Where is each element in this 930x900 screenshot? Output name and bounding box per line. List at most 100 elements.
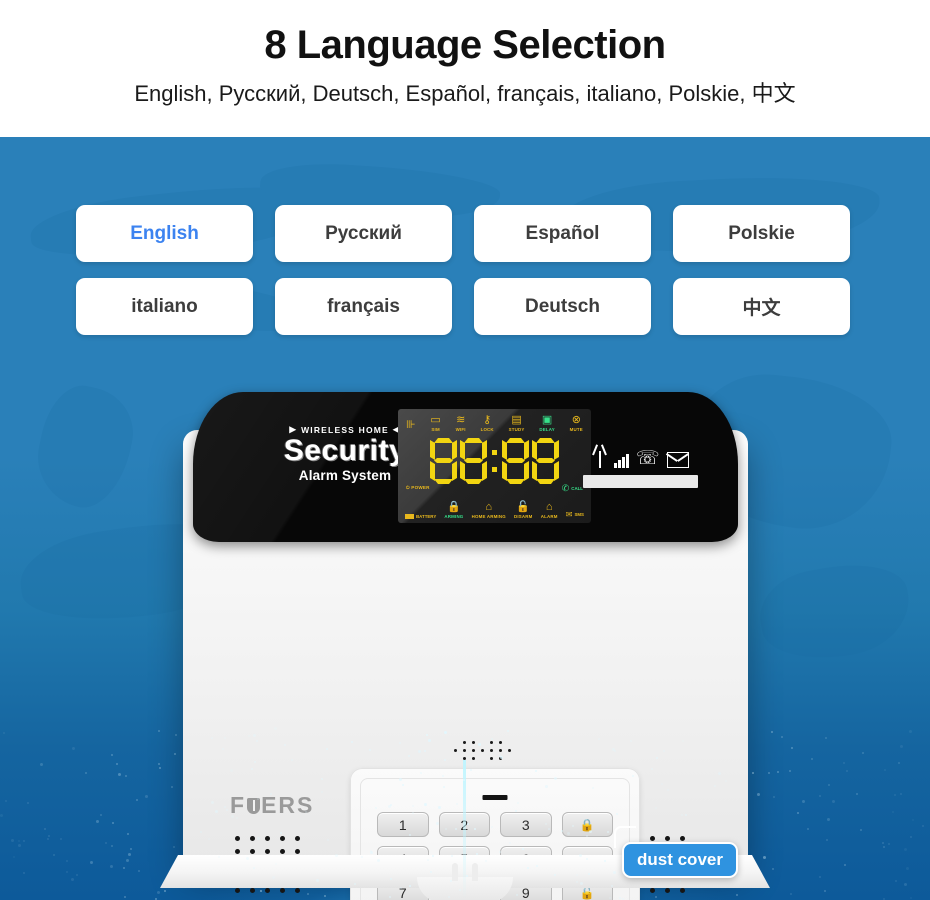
sparkle-particle (904, 882, 908, 886)
sparkle-particle (253, 761, 256, 764)
sparkle-particle (408, 755, 411, 758)
panel-right-indicators: ☏ (583, 438, 698, 488)
sparkle-particle (223, 805, 226, 808)
language-selection-grid: English Русский Español Polskie italiano fran… (76, 205, 856, 335)
battery-icon: BATTERY (405, 514, 436, 519)
sparkle-particle (323, 894, 326, 897)
sparkle-particle (221, 747, 224, 750)
sparkle-particle (353, 882, 356, 885)
language-button-français[interactable]: français (275, 278, 452, 335)
lcd-display: ⊪ ▭ SIM ≋ WIFI ⚷ LOCK ▤ STUDY ▣ DELAY ⊗ MUTE (398, 409, 591, 523)
language-button-español[interactable]: Español (474, 205, 651, 262)
sparkle-particle (922, 825, 925, 828)
sparkle-particle (576, 873, 579, 876)
sparkle-particle (788, 770, 791, 773)
sparkle-particle (894, 794, 897, 797)
language-button-english[interactable]: English (76, 205, 253, 262)
light-beam (463, 760, 466, 900)
sparkle-particle (163, 889, 166, 892)
sparkle-particle (819, 876, 822, 879)
sparkle-particle (186, 807, 190, 811)
lcd-colon (492, 450, 497, 472)
sparkle-particle (426, 733, 429, 736)
sparkle-particle (736, 893, 739, 896)
sparkle-particle (387, 804, 391, 808)
sparkle-particle (207, 838, 210, 841)
home-arming-icon-label: HOME ARMING (471, 514, 506, 519)
sparkle-particle (316, 879, 320, 883)
sparkle-particle (66, 860, 69, 863)
sparkle-particle (752, 772, 755, 775)
sparkle-particle (18, 840, 21, 843)
sparkle-particle (442, 774, 445, 777)
sparkle-particle (553, 776, 557, 780)
sparkle-particle (612, 870, 616, 874)
sparkle-particle (84, 771, 87, 774)
language-button-русский[interactable]: Русский (275, 205, 452, 262)
sparkle-particle (855, 792, 858, 795)
sparkle-particle (679, 879, 682, 882)
sparkle-particle (432, 855, 435, 858)
sparkle-particle (409, 885, 412, 888)
sparkle-particle (215, 810, 218, 814)
sparkle-particle (418, 750, 422, 754)
sparkle-particle (368, 749, 371, 752)
sparkle-particle (611, 884, 614, 887)
sparkle-particle (360, 855, 363, 858)
key-lock-icon-label: LOCK (480, 427, 494, 432)
sparkle-particle (517, 801, 520, 804)
language-button-italiano[interactable]: italiano (76, 278, 253, 335)
sparkle-particle (320, 790, 323, 793)
sparkle-particle (588, 873, 591, 876)
language-button-中文[interactable]: 中文 (673, 278, 850, 335)
sparkle-particle (111, 845, 114, 848)
lcd-status-icons-bottom: ⏻ POWER BATTERY 🔒 ARMING ⌂ HOME ARMING 🔓 DISARM… (404, 483, 585, 520)
sparkle-particle (200, 831, 203, 834)
sparkle-particle (427, 739, 431, 743)
home-arming-icon: ⌂ HOME ARMING (471, 502, 506, 520)
sparkle-particle (811, 758, 814, 761)
sparkle-particle (23, 839, 25, 842)
key-lock-icon: ⚷ LOCK (480, 415, 494, 433)
language-button-polskie[interactable]: Polskie (673, 205, 850, 262)
sparkle-particle (553, 873, 556, 876)
sparkle-particle (40, 763, 44, 767)
wifi-icon: ≋ WIFI (456, 415, 466, 433)
sparkle-particle (272, 875, 276, 879)
sparkle-particle (419, 772, 422, 775)
sparkle-particle (424, 749, 427, 752)
alarm-bell-icon: ⌂ ALARM (540, 502, 558, 520)
sparkle-particle (604, 860, 607, 863)
sparkle-particle (882, 842, 885, 844)
signal-bars-icon-glyph: ⊪ (406, 419, 416, 431)
sparkle-particle (655, 806, 658, 809)
battery-glyph (405, 514, 414, 519)
sparkle-particle (499, 754, 502, 757)
sparkle-particle (796, 812, 799, 815)
lcd-digit (430, 438, 457, 484)
sparkle-particle (253, 867, 256, 870)
sparkle-particle (844, 864, 847, 867)
sparkle-particle (370, 850, 374, 854)
sparkle-particle (883, 769, 886, 772)
power-icon: ⏻ POWER (406, 485, 430, 490)
sparkle-particle (110, 864, 114, 868)
sparkle-particle (321, 778, 324, 781)
sparkle-particle (252, 733, 256, 737)
sparkle-particle (351, 741, 354, 744)
sparkle-particle (71, 747, 75, 751)
sparkle-particle (842, 761, 845, 764)
sparkle-particle (578, 853, 582, 857)
sparkle-particle (4, 799, 7, 802)
sparkle-particle (522, 847, 525, 850)
sparkle-particle (158, 730, 161, 733)
alarm-bell-icon-label: ALARM (540, 514, 558, 519)
sparkle-particle (124, 895, 127, 898)
language-button-deutsch[interactable]: Deutsch (474, 278, 651, 335)
sparkle-particle (544, 823, 547, 826)
sparkle-particle (592, 786, 595, 789)
sparkle-particle (223, 736, 226, 739)
panel-light-bar (583, 475, 698, 488)
sparkle-particle (304, 811, 307, 814)
sparkle-particle (714, 785, 717, 788)
